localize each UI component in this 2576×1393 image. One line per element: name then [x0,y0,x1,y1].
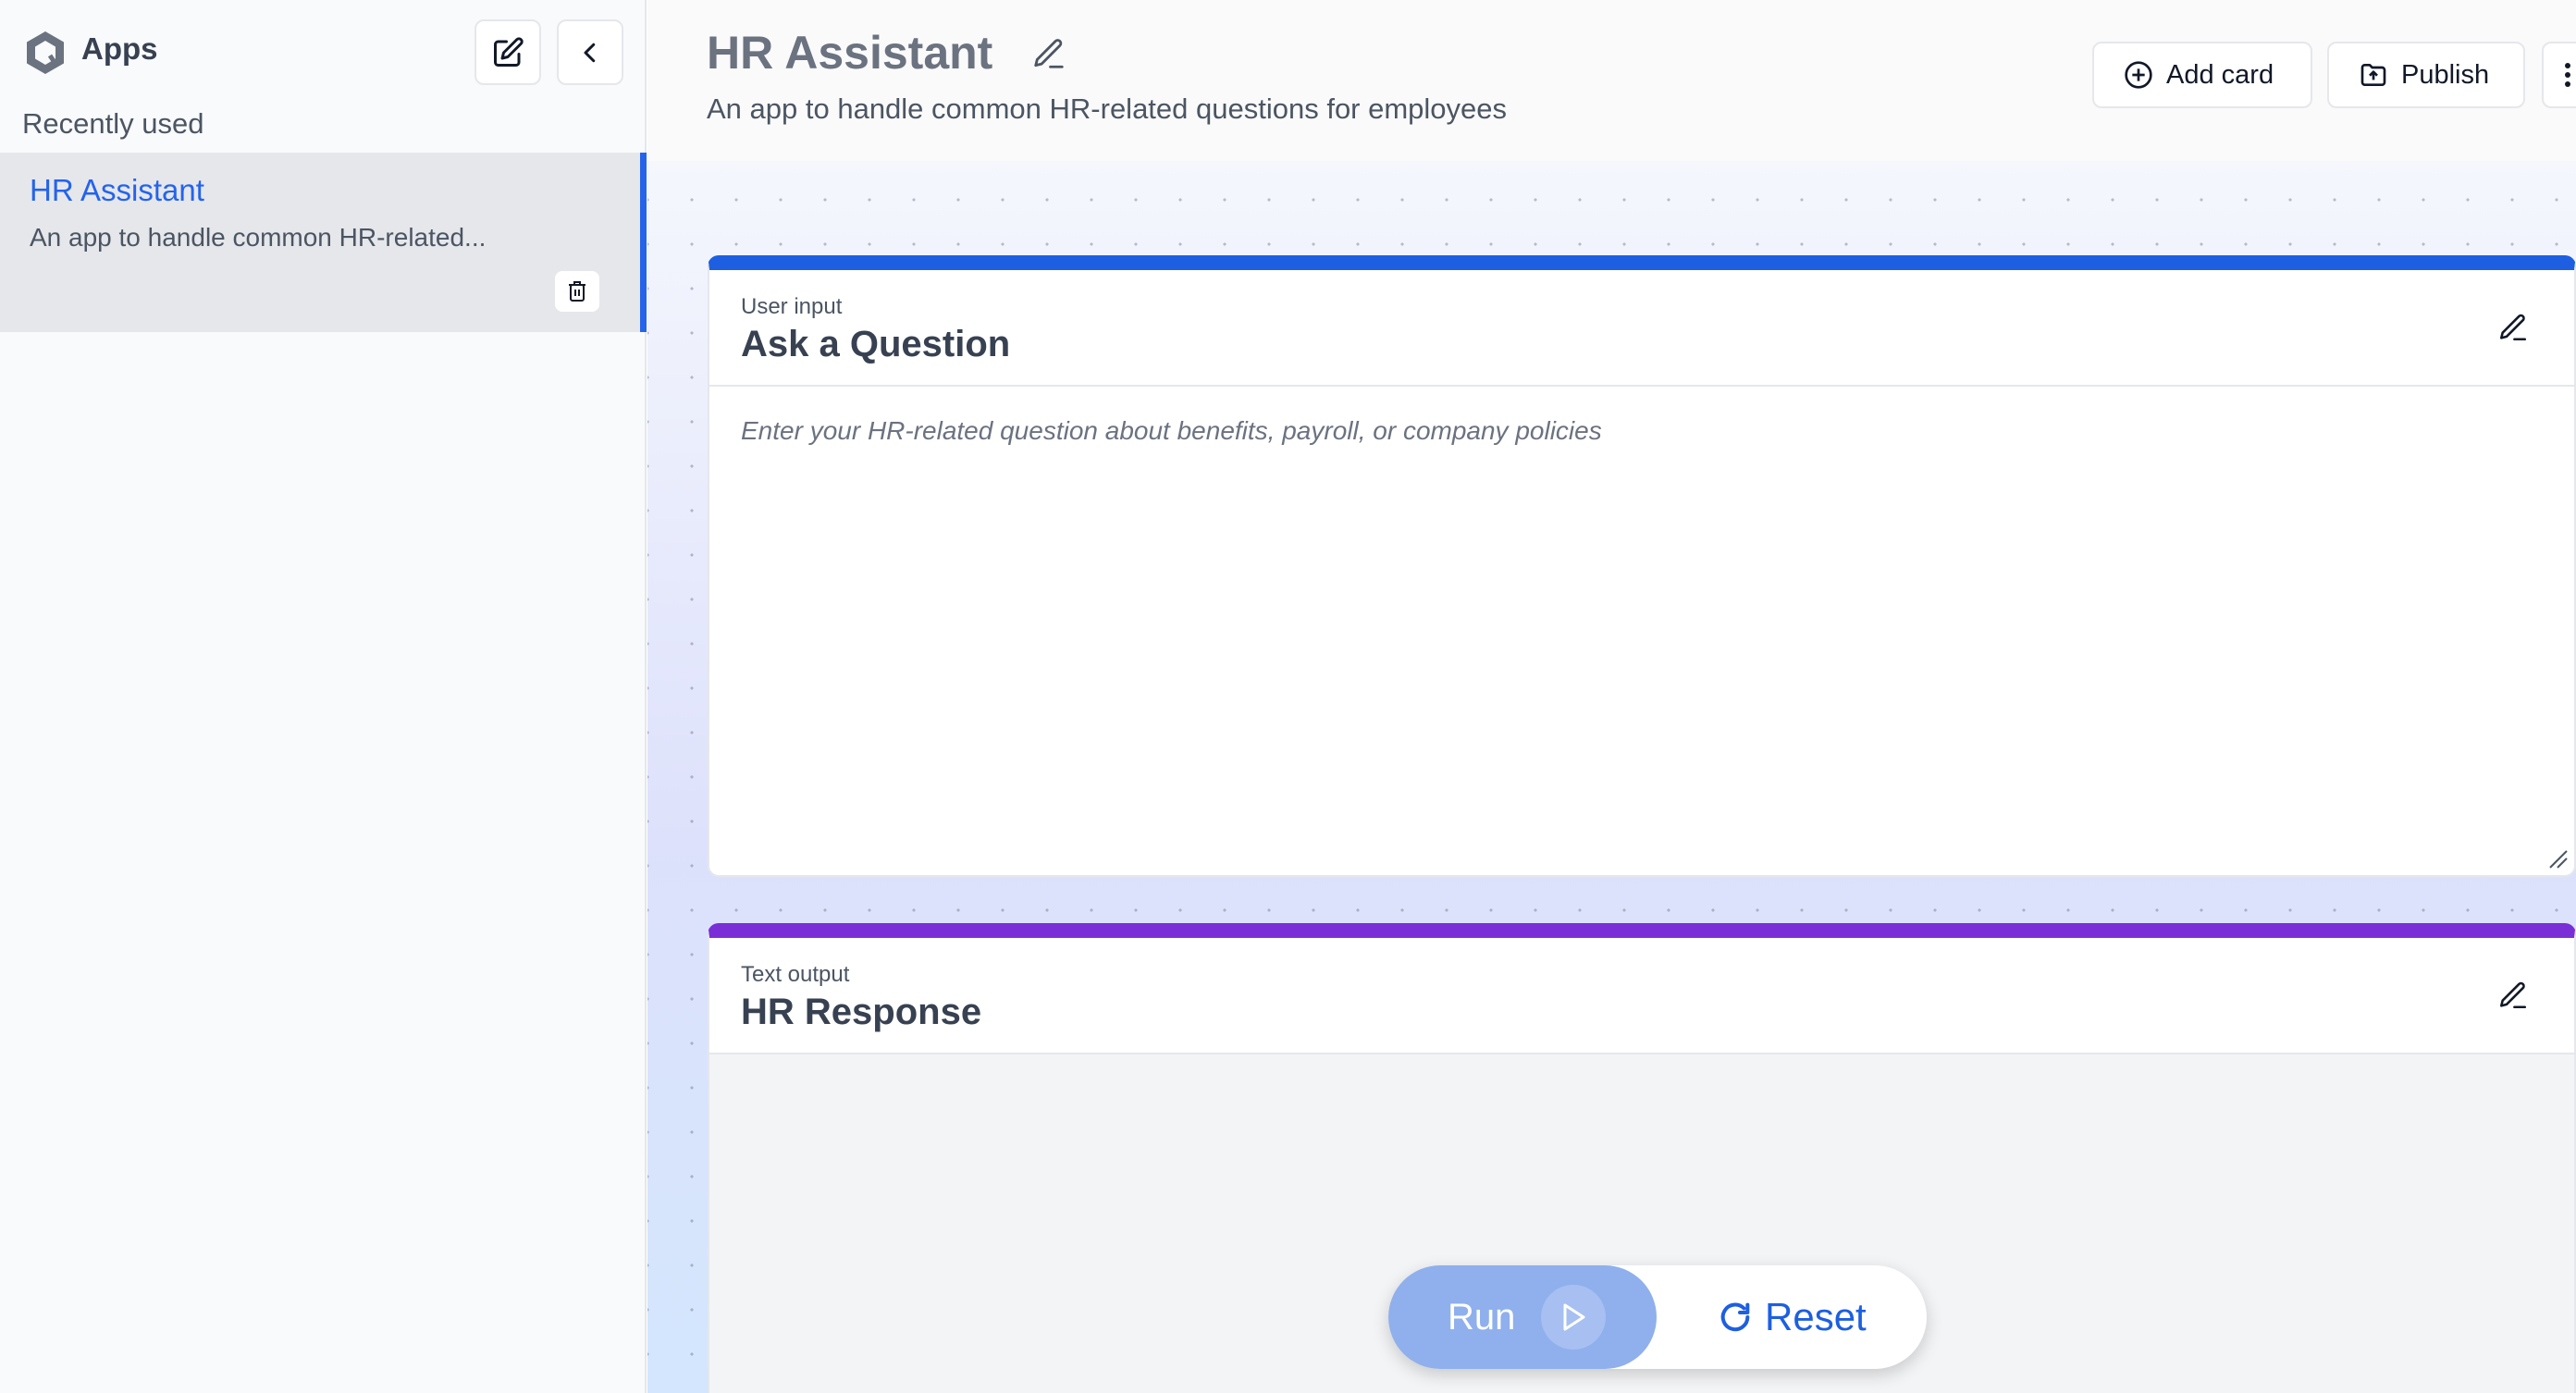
refresh-icon [1720,1302,1750,1332]
card-type-label: User input [741,294,843,319]
main-area: HR Assistant An app to handle common HR-… [647,0,2576,1393]
apps-logo-icon [27,31,64,74]
card-title: Ask a Question [741,324,1011,364]
question-input[interactable]: Enter your HR-related question about ben… [741,416,1602,446]
trash-icon [569,281,585,302]
sidebar-title: Apps [81,31,158,66]
reset-label: Reset [1765,1295,1867,1338]
pencil-icon [1034,39,1064,68]
sidebar-item-description: An app to handle common HR-related... [30,223,487,252]
plus-circle-icon [2125,61,2152,89]
publish-button[interactable]: Publish [2327,42,2525,108]
recently-used-heading: Recently used [22,107,204,140]
workflow-canvas[interactable]: User input Ask a Question Enter your HR-… [647,161,2576,1393]
pencil-icon [2499,314,2527,341]
run-button[interactable]: Run [1388,1265,1657,1369]
card-title: HR Response [741,992,982,1032]
card-divider [709,385,2574,387]
page-title: HR Assistant [707,27,993,79]
pencil-icon [2499,981,2527,1009]
new-app-button[interactable] [475,19,541,85]
edit-title-button[interactable] [1029,33,1069,74]
more-options-button[interactable] [2542,42,2576,108]
add-card-button[interactable]: Add card [2092,42,2312,108]
run-controls: Run Reset [1388,1265,1927,1369]
sidebar-item-hr-assistant[interactable]: HR Assistant An app to handle common HR-… [0,153,647,332]
edit-card-button[interactable] [2493,975,2533,1016]
collapse-sidebar-button[interactable] [557,19,623,85]
page-subtitle: An app to handle common HR-related quest… [707,92,1508,125]
play-icon [1541,1285,1607,1350]
publish-label: Publish [2401,59,2490,90]
add-card-label: Add card [2166,59,2274,90]
reset-button[interactable]: Reset [1717,1265,1867,1369]
app-header: HR Assistant An app to handle common HR-… [647,0,2576,161]
run-label: Run [1448,1296,1516,1338]
folder-upload-icon [2360,64,2386,86]
more-vertical-icon [2565,63,2570,87]
resize-handle-icon[interactable] [2546,847,2569,869]
delete-app-button[interactable] [555,271,599,312]
sidebar-item-title: HR Assistant [30,173,204,207]
card-type-label: Text output [741,962,850,987]
new-app-icon [494,36,524,67]
user-input-card[interactable]: User input Ask a Question Enter your HR-… [708,255,2576,877]
chevron-left-icon [584,43,596,62]
sidebar: Apps Recently used HR Assistant An app t… [0,0,647,1393]
edit-card-button[interactable] [2493,307,2533,348]
